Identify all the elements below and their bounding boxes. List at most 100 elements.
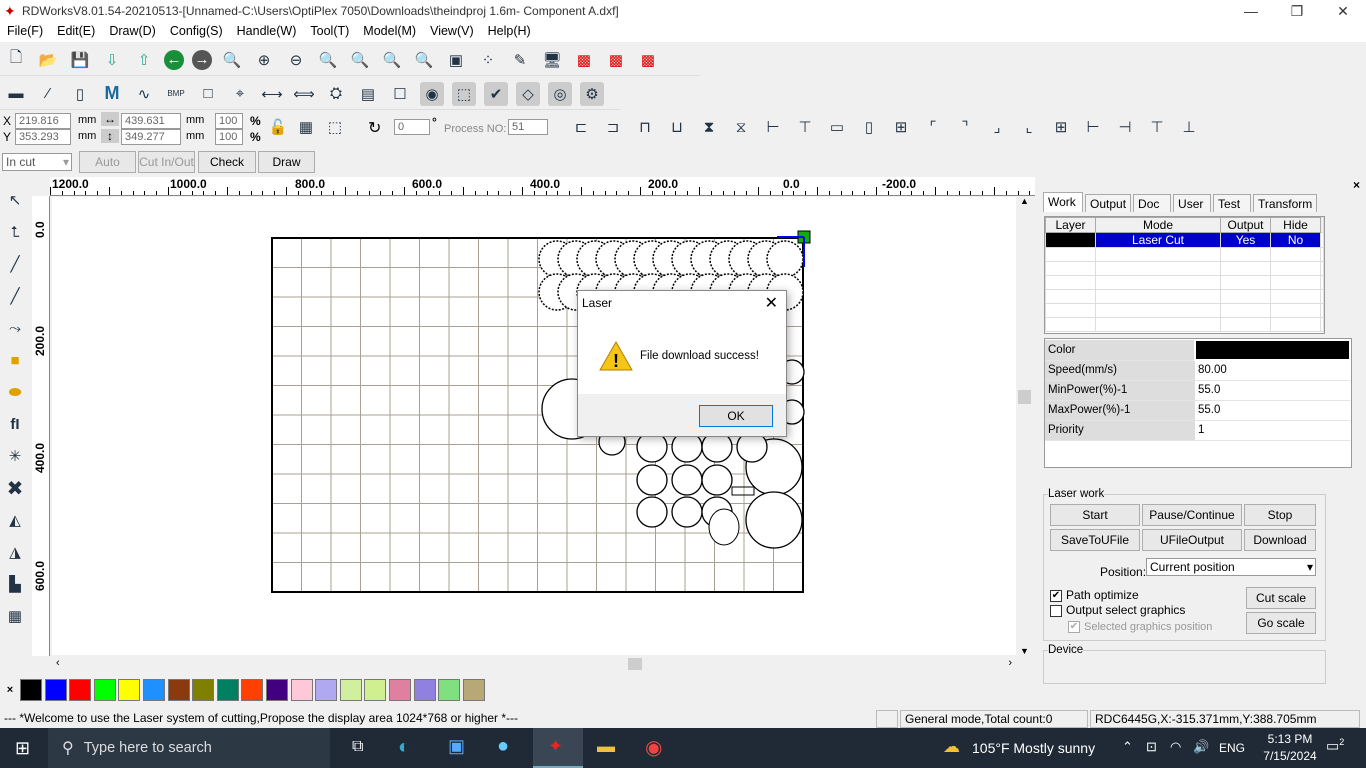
zoom-page-icon[interactable]: 🔍 [316,48,340,72]
output-select-checkbox[interactable]: Output select graphics [1050,603,1185,617]
clock-time[interactable]: 5:13 PM [1260,732,1320,746]
color-swatch[interactable] [44,679,67,701]
edge-top-icon[interactable]: ⊤ [1145,115,1169,139]
color-swatch[interactable] [462,679,485,701]
color-swatch[interactable] [118,679,141,701]
tab-work[interactable]: Work [1043,192,1083,212]
new-file-icon[interactable]: 🗋 [4,48,28,72]
notification-icon[interactable]: ▭2 [1326,737,1344,755]
horizontal-scrollbar[interactable]: ‹ › [52,656,1016,672]
position-select[interactable]: Current position ▾ [1146,558,1316,576]
ruler-icon[interactable]: ▯ [68,82,92,106]
start-button[interactable]: Start [1050,504,1140,526]
corner-br-icon[interactable]: ⌟ [985,115,1009,139]
delete-icon[interactable]: ✖ [3,475,27,501]
color-swatch[interactable] [142,679,165,701]
line-icon[interactable]: ╱ [3,251,27,277]
array-icon[interactable]: ▦ [3,603,27,629]
model-m-icon[interactable]: M [100,82,124,106]
layer-hide[interactable]: No [1270,232,1321,248]
color-swatch[interactable] [438,679,461,701]
x-position-input[interactable]: 219.816 [15,113,71,129]
windows-start-icon[interactable]: ⊞ [15,738,30,759]
corner-tr-icon[interactable]: ⌝ [953,115,977,139]
cut-in-out-button[interactable]: Cut In/Out [138,151,195,173]
color-swatch[interactable] [413,679,436,701]
scale-y-input[interactable]: 100 [215,129,243,145]
width-icon[interactable]: ⟷ [260,82,284,106]
align-vcenter-icon[interactable]: ⧖ [729,115,753,139]
color-swatch[interactable] [167,679,190,701]
preview-icon[interactable]: ◎ [548,81,572,106]
menu-item[interactable]: Tool(T) [303,22,356,42]
taskbar-search[interactable]: ⚲ Type here to search [48,728,330,768]
ok-button[interactable]: OK [699,405,773,427]
network-icon[interactable]: ⊡ [1146,739,1157,755]
edge-icon[interactable]: ◐ [398,736,410,759]
edge-left-icon[interactable]: ⊢ [1081,115,1105,139]
skype-icon[interactable]: ● [497,735,509,758]
menu-item[interactable]: Model(M) [356,22,423,42]
mirror-v-icon[interactable]: ◮ [3,539,27,565]
document-icon[interactable]: ▤ [356,82,380,106]
close-button[interactable]: ✕ [1320,0,1366,22]
drawing-canvas[interactable] [52,197,1016,655]
zoom-out-icon[interactable]: ⊖ [284,48,308,72]
same-width-icon[interactable]: ▭ [825,115,849,139]
dialog-close-icon[interactable]: ✕ [765,293,778,313]
close-icon[interactable]: × [1353,178,1360,192]
column-header[interactable]: Mode [1095,217,1221,233]
color-swatch[interactable] [216,679,239,701]
scroll-thumb[interactable] [1018,390,1031,404]
store-icon[interactable]: ▣ [448,736,465,757]
property-value[interactable]: 55.0 [1195,380,1350,401]
undo-icon[interactable]: ← [164,49,184,70]
file-explorer-icon[interactable]: ▬ [597,736,615,757]
color-swatch[interactable] [290,679,313,701]
cut-scale-button[interactable]: Cut scale [1246,587,1316,609]
ellipse-tool-icon[interactable]: ⬬ [3,379,27,405]
column-header[interactable]: Hide [1270,217,1321,233]
chevron-up-icon[interactable]: ⌃ [1122,739,1133,755]
column-header[interactable]: Output [1220,217,1271,233]
tab-test[interactable]: Test [1213,194,1252,212]
draw-button[interactable]: Draw [258,151,315,173]
bmp-icon[interactable]: BMP [164,82,188,106]
language-indicator[interactable]: ENG [1219,741,1245,755]
align-right-icon[interactable]: ⊐ [601,115,625,139]
color-swatch[interactable] [192,679,215,701]
polyline-icon[interactable]: ╱ [3,283,27,309]
close-icon[interactable]: × [0,684,20,696]
select-frame-icon[interactable]: ⬚ [452,81,476,106]
scroll-thumb[interactable] [628,658,642,670]
space-h-icon[interactable]: ⊢ [761,115,785,139]
check-icon[interactable]: ✔ [484,81,508,106]
laser-head-icon[interactable]: ▙ [3,571,27,597]
color-swatch[interactable] [364,679,387,701]
height-lock-icon[interactable]: ↕ [101,129,119,143]
cut-mode-select[interactable]: In cut ▾ [2,153,72,171]
color-swatch[interactable] [315,679,338,701]
scale-x-input[interactable]: 100 [215,113,243,129]
tab-output[interactable]: Output [1085,194,1132,212]
frame-icon[interactable]: ▣ [444,48,468,72]
zoom-select-icon[interactable]: 🔍 [380,48,404,72]
resize-frame-icon[interactable]: ⬚ [323,115,347,139]
task-view-icon[interactable]: ⧉ [352,738,363,756]
wifi-icon[interactable]: ◠ [1170,739,1181,755]
layer-mode[interactable]: Laser Cut [1095,232,1221,248]
vertical-scrollbar[interactable]: ▲ ▼ [1016,196,1033,656]
same-size-icon[interactable]: ⊞ [889,115,913,139]
center-icon[interactable]: ⊞ [1049,115,1073,139]
property-value[interactable]: 1 [1195,420,1350,441]
redo-icon[interactable]: → [192,49,212,70]
process-no-input[interactable]: 51 [508,119,548,135]
rectangle-icon[interactable]: □ [196,82,220,106]
edge-right-icon[interactable]: ⊣ [1113,115,1137,139]
nodes-icon[interactable]: ⌖ [228,82,252,106]
same-height-icon[interactable]: ▯ [857,115,881,139]
point-tool-icon[interactable]: ✳ [3,443,27,469]
menu-item[interactable]: Draw(D) [102,22,163,42]
camera-icon[interactable]: ◉ [420,81,444,106]
pen-icon[interactable]: ✎ [508,48,532,72]
